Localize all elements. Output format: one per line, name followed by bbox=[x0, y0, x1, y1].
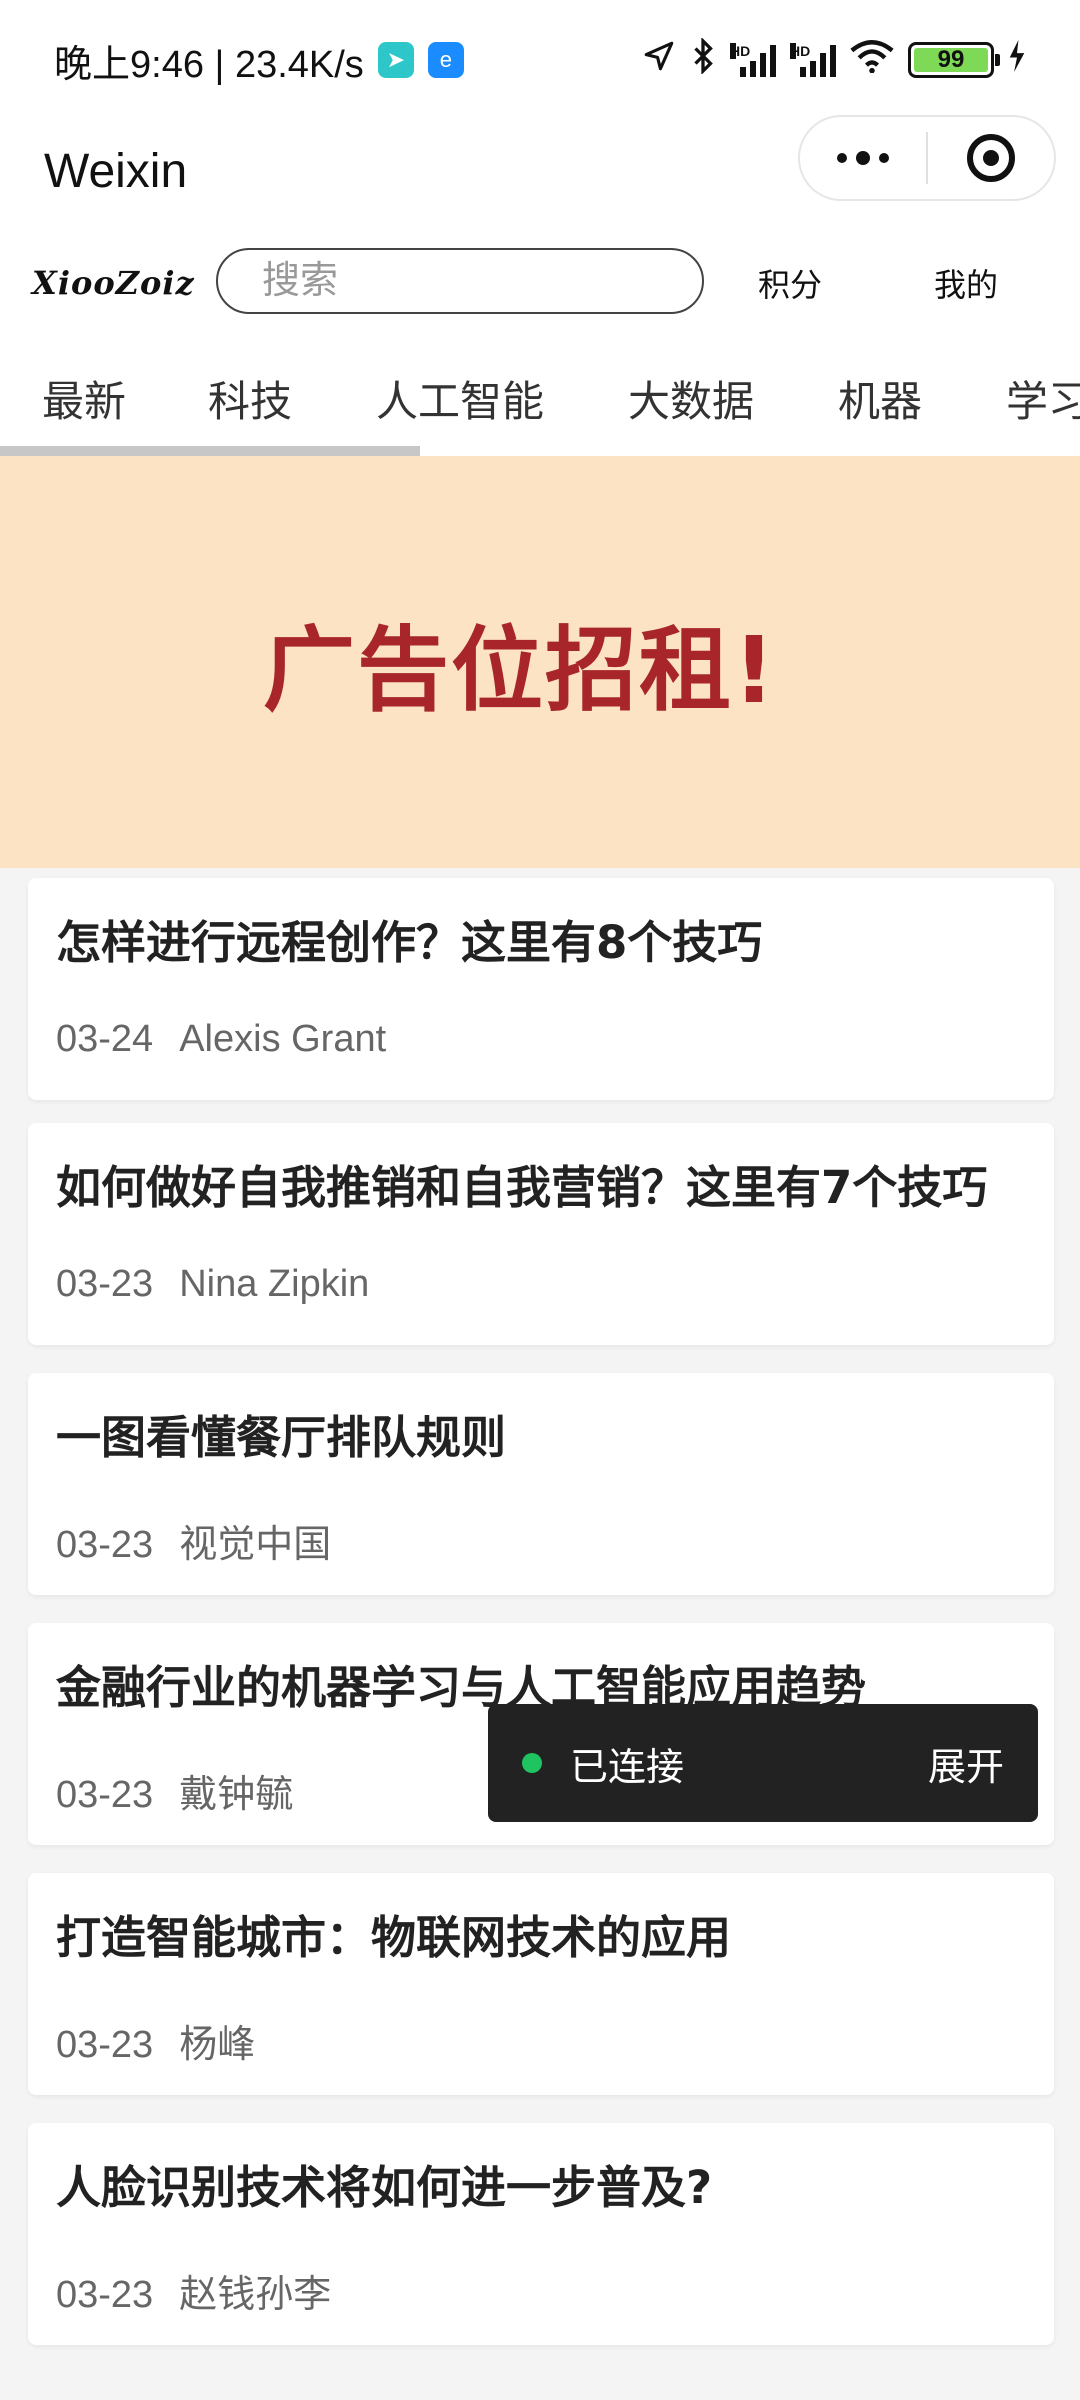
tab-latest[interactable]: 最新 bbox=[42, 368, 126, 429]
telegram-icon: ➤ bbox=[377, 42, 414, 78]
search-input[interactable] bbox=[262, 259, 702, 303]
article-author: Nina Zipkin bbox=[179, 1263, 370, 1305]
ad-banner[interactable]: 广告位招租! bbox=[0, 456, 1080, 868]
location-arrow-icon bbox=[642, 39, 676, 82]
article-meta: 03-23 戴钟毓 bbox=[56, 1763, 293, 1818]
tab-ai[interactable]: 人工智能 bbox=[376, 368, 544, 429]
browser-icon: e bbox=[427, 42, 464, 78]
tab-machine[interactable]: 机器 bbox=[838, 368, 922, 429]
article-title: 一图看懂餐厅排队规则 bbox=[56, 1411, 507, 1464]
article-date: 03-23 bbox=[56, 1524, 154, 1566]
article-date: 03-23 bbox=[56, 1774, 154, 1816]
close-button[interactable] bbox=[928, 117, 1054, 199]
article-author: 赵钱孙李 bbox=[179, 2274, 332, 2316]
tab-big-data[interactable]: 大数据 bbox=[628, 368, 754, 429]
status-bar: 晚上9:46 | 23.4K/s ➤ e HD HD 99 bbox=[0, 0, 1080, 120]
points-link[interactable]: 积分 bbox=[758, 260, 822, 306]
status-icons: HD HD 99 bbox=[642, 36, 1026, 83]
signal-icon: HD bbox=[790, 43, 836, 77]
article-meta: 03-23 Nina Zipkin bbox=[56, 1263, 369, 1306]
connected-dot-icon bbox=[522, 1753, 542, 1773]
article-meta: 03-23 赵钱孙李 bbox=[56, 2263, 331, 2318]
search-box[interactable] bbox=[216, 248, 704, 314]
article-meta: 03-24 Alexis Grant bbox=[56, 1018, 386, 1061]
more-dots-icon bbox=[837, 151, 889, 165]
article-title: 如何做好自我推销和自我营销？这里有7个技巧 bbox=[56, 1161, 988, 1214]
app-screen: 晚上9:46 | 23.4K/s ➤ e HD HD 99 Weixin Xio… bbox=[0, 0, 1080, 2400]
article-author: 戴钟毓 bbox=[179, 1774, 294, 1816]
mine-link[interactable]: 我的 bbox=[934, 260, 998, 306]
wifi-icon bbox=[850, 39, 894, 82]
status-time-speed: 晚上9:46 | 23.4K/s bbox=[54, 43, 364, 86]
article-title: 怎样进行远程创作？这里有8个技巧 bbox=[56, 916, 763, 969]
article-author: Alexis Grant bbox=[179, 1018, 387, 1060]
category-tabs: 最新 科技 人工智能 大数据 机器 学习 bbox=[0, 346, 1080, 456]
article-title: 打造智能城市：物联网技术的应用 bbox=[56, 1911, 732, 1964]
article-title: 人脸识别技术将如何进一步普及? bbox=[56, 2161, 713, 2214]
battery-icon: 99 bbox=[908, 42, 1000, 78]
article-card[interactable]: 一图看懂餐厅排队规则 03-23 视觉中国 bbox=[28, 1373, 1054, 1595]
signal-icon: HD bbox=[730, 43, 776, 77]
capsule-menu bbox=[798, 115, 1056, 201]
article-date: 03-23 bbox=[56, 2024, 154, 2066]
app-title: Weixin bbox=[44, 144, 188, 198]
article-card[interactable]: 人脸识别技术将如何进一步普及? 03-23 赵钱孙李 bbox=[28, 2123, 1054, 2345]
article-date: 03-23 bbox=[56, 2274, 154, 2316]
article-author: 杨峰 bbox=[179, 2024, 256, 2066]
battery-level: 99 bbox=[937, 46, 965, 73]
site-logo[interactable]: XiooZoiz bbox=[32, 264, 195, 302]
article-date: 03-23 bbox=[56, 1263, 154, 1305]
header-bar: XiooZoiz 积分 我的 bbox=[0, 222, 1080, 346]
connection-status-pill[interactable]: 已连接 展开 bbox=[488, 1704, 1038, 1822]
expand-button[interactable]: 展开 bbox=[928, 1736, 1004, 1791]
charging-icon bbox=[1008, 39, 1026, 81]
target-circle-icon bbox=[967, 134, 1015, 182]
tab-scroll-indicator bbox=[0, 446, 420, 456]
article-card[interactable]: 如何做好自我推销和自我营销？这里有7个技巧 03-23 Nina Zipkin bbox=[28, 1123, 1054, 1345]
article-card[interactable]: 怎样进行远程创作？这里有8个技巧 03-24 Alexis Grant bbox=[28, 878, 1054, 1100]
article-date: 03-24 bbox=[56, 1018, 154, 1060]
connection-status-text: 已连接 bbox=[570, 1746, 685, 1789]
article-meta: 03-23 视觉中国 bbox=[56, 1513, 331, 1568]
status-left: 晚上9:46 | 23.4K/s ➤ e bbox=[54, 33, 464, 88]
more-button[interactable] bbox=[800, 117, 926, 199]
tab-learning[interactable]: 学习 bbox=[1006, 368, 1080, 429]
tab-tech[interactable]: 科技 bbox=[208, 368, 292, 429]
article-card[interactable]: 打造智能城市：物联网技术的应用 03-23 杨峰 bbox=[28, 1873, 1054, 2095]
banner-text: 广告位招租! bbox=[263, 616, 777, 724]
article-meta: 03-23 杨峰 bbox=[56, 2013, 255, 2068]
article-author: 视觉中国 bbox=[179, 1524, 332, 1566]
bluetooth-icon bbox=[690, 36, 716, 83]
